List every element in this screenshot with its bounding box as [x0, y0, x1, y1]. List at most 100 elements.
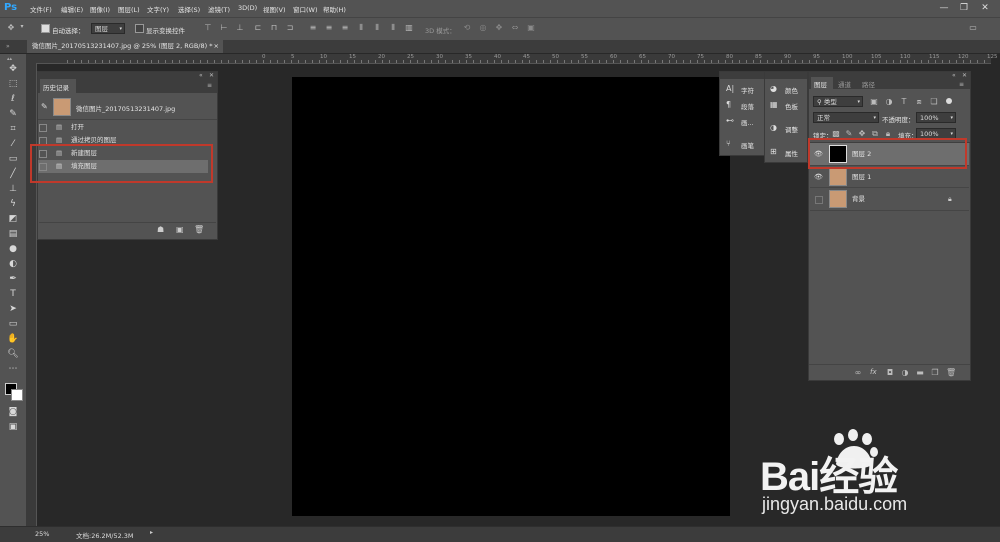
auto-select-checkbox[interactable]: [41, 24, 50, 33]
camera-snapshot-icon[interactable]: ▣: [176, 225, 184, 234]
document-tab[interactable]: 微信图片_20170513231407.jpg @ 25% (图层 2, RGB…: [27, 40, 223, 53]
tab-paths[interactable]: 路径: [862, 79, 875, 89]
menu-file[interactable]: 文件(F): [30, 4, 52, 14]
panel-close-icon[interactable]: ✕: [962, 72, 967, 79]
distribute-bottom-icon[interactable]: ≡: [340, 23, 350, 32]
properties-label[interactable]: 属性: [785, 148, 798, 158]
menu-view[interactable]: 视图(V): [263, 4, 286, 14]
panel-close-icon[interactable]: ✕: [209, 72, 214, 79]
3d-roll-icon[interactable]: ◎: [478, 23, 488, 32]
paragraph-label[interactable]: 段落: [741, 101, 754, 111]
align-top-icon[interactable]: ⊤: [203, 23, 213, 32]
3d-pan-icon[interactable]: ✥: [494, 23, 504, 32]
new-document-from-state-icon[interactable]: ☗: [157, 225, 164, 234]
history-snapshot[interactable]: ✎ 微信图片_20170513231407.jpg: [39, 96, 215, 118]
menu-3d[interactable]: 3D(D): [238, 4, 257, 12]
clone-stamp-tool-icon[interactable]: ⊥: [3, 182, 23, 196]
close-window-button[interactable]: ✕: [978, 3, 992, 14]
folder-icon[interactable]: ▬: [915, 368, 925, 377]
auto-select-dropdown[interactable]: 图层 ▾: [91, 23, 125, 34]
filter-pixel-icon[interactable]: ▣: [869, 97, 879, 106]
path-select-tool-icon[interactable]: ➤: [3, 302, 23, 316]
quick-mask-icon[interactable]: ◙: [3, 405, 23, 419]
menu-image[interactable]: 图像(I): [90, 4, 110, 14]
distribute-hcenter-icon[interactable]: ⫴: [372, 23, 382, 33]
healing-brush-tool-icon[interactable]: ▭: [3, 152, 23, 166]
fx-icon[interactable]: fx: [870, 368, 877, 376]
link-icon[interactable]: ∞: [853, 368, 863, 377]
minimize-button[interactable]: —: [937, 3, 951, 14]
visibility-empty-box[interactable]: [815, 196, 823, 204]
visibility-eye-icon[interactable]: 👁︎: [814, 166, 823, 188]
lasso-tool-icon[interactable]: ℓ: [3, 92, 23, 106]
swatches-label[interactable]: 色板: [785, 101, 798, 111]
workspace-icon[interactable]: ▭: [966, 23, 980, 32]
trash-icon[interactable]: 🗑︎: [194, 225, 204, 234]
properties-icon[interactable]: ⊞: [770, 147, 777, 156]
history-source-box[interactable]: [39, 124, 47, 132]
screen-mode-icon[interactable]: ▣: [3, 420, 23, 434]
distribute-right-icon[interactable]: ⫴: [388, 23, 398, 33]
align-hcenter-icon[interactable]: ⊓: [269, 23, 279, 32]
color-icon[interactable]: ◕: [770, 84, 777, 93]
gradient-tool-icon[interactable]: ▤: [3, 227, 23, 241]
blur-tool-icon[interactable]: ●: [3, 242, 23, 256]
hand-tool-icon[interactable]: ✋: [3, 332, 23, 346]
brush-icon[interactable]: ⑂: [726, 139, 731, 148]
menu-window[interactable]: 窗口(W): [293, 4, 318, 14]
filter-kind-dropdown[interactable]: ⚲ 类型 ▾: [813, 96, 863, 107]
brush-tool-icon[interactable]: ╱: [3, 167, 23, 181]
history-brush-tool-icon[interactable]: ϟ: [3, 197, 23, 211]
new-layer-icon[interactable]: ❐: [930, 368, 940, 377]
lock-position-icon[interactable]: ✥: [857, 129, 867, 138]
tool-preset-chevron-icon[interactable]: ▾: [18, 23, 26, 30]
brush-label[interactable]: 画笔: [741, 140, 754, 150]
3d-slide-icon[interactable]: ⇔: [510, 23, 520, 32]
type-tool-icon[interactable]: T: [3, 287, 23, 301]
menu-help[interactable]: 帮助(H): [323, 4, 346, 14]
more-tools-icon[interactable]: ⋯: [3, 362, 23, 376]
crop-tool-icon[interactable]: ⌗: [3, 122, 23, 136]
menu-select[interactable]: 选择(S): [178, 4, 200, 14]
distribute-vcenter-icon[interactable]: ≡: [324, 23, 334, 32]
adjustment-icon[interactable]: ◑: [900, 368, 910, 377]
rectangle-tool-icon[interactable]: ▭: [3, 317, 23, 331]
menu-filter[interactable]: 滤镜(T): [208, 4, 230, 14]
move-tool-icon[interactable]: ✥: [3, 62, 23, 76]
eraser-tool-icon[interactable]: ◩: [3, 212, 23, 226]
move-tool-icon[interactable]: ✥: [4, 23, 18, 32]
filter-type-icon[interactable]: T: [899, 97, 909, 106]
layer-row[interactable]: 背景 🔒︎: [810, 187, 969, 211]
background-color-swatch[interactable]: [11, 389, 23, 401]
menu-type[interactable]: 文字(Y): [147, 4, 169, 14]
zoom-level[interactable]: 25%: [35, 530, 49, 538]
opacity-field[interactable]: 100% ▾: [916, 112, 956, 123]
align-vcenter-icon[interactable]: ⊢: [219, 23, 229, 32]
eyedropper-tool-icon[interactable]: ⁄: [3, 137, 23, 151]
tab-channels[interactable]: 通道: [838, 79, 851, 89]
history-item[interactable]: ▤ 打开: [38, 121, 208, 134]
distribute-top-icon[interactable]: ≡: [308, 23, 318, 32]
restore-button[interactable]: ❐: [957, 3, 971, 14]
panel-menu-icon[interactable]: ≡: [959, 81, 964, 88]
align-left-icon[interactable]: ⊏: [253, 23, 263, 32]
document-canvas[interactable]: [292, 77, 730, 516]
filter-smart-object-icon[interactable]: ❏: [929, 97, 939, 106]
panel-collapse-icon[interactable]: «: [199, 72, 203, 79]
brush-presets-icon[interactable]: ⊷: [726, 116, 734, 125]
character-label[interactable]: 字符: [741, 85, 754, 95]
dodge-tool-icon[interactable]: ◐: [3, 257, 23, 271]
distribute-left-icon[interactable]: ⫴: [356, 23, 366, 33]
blend-mode-dropdown[interactable]: 正常 ▾: [813, 112, 879, 123]
panel-collapse-icon[interactable]: «: [952, 72, 956, 79]
paragraph-icon[interactable]: ¶: [726, 100, 731, 109]
panel-menu-icon[interactable]: ≡: [207, 82, 212, 89]
align-right-icon[interactable]: ⊐: [285, 23, 295, 32]
character-icon[interactable]: A|: [726, 84, 734, 93]
show-transform-checkbox[interactable]: [135, 24, 144, 33]
brush-presets-label[interactable]: 画...: [741, 117, 754, 127]
zoom-tool-icon[interactable]: 🔍︎: [3, 347, 23, 361]
filter-shape-icon[interactable]: ⧈: [914, 97, 924, 107]
color-label[interactable]: 颜色: [785, 85, 798, 95]
filter-toggle-icon[interactable]: [946, 98, 952, 104]
